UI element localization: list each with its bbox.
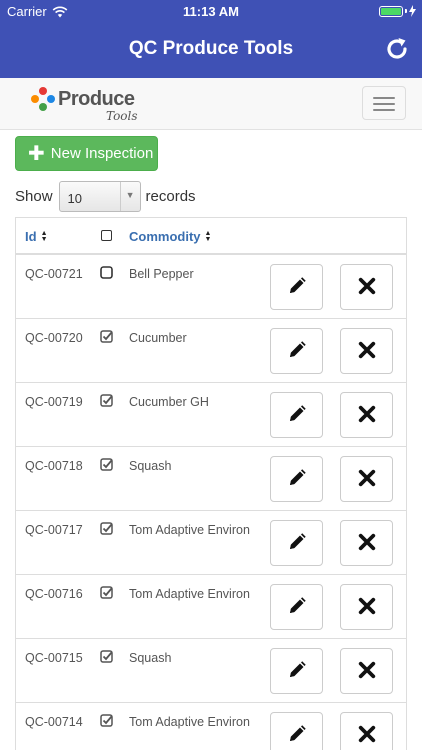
commodity: Tom Adaptive Environ (129, 523, 250, 537)
charging-icon (409, 5, 416, 17)
page-size-value: 10 (67, 190, 82, 206)
edit-button[interactable] (270, 648, 323, 694)
edit-button[interactable] (270, 712, 323, 750)
pencil-icon (287, 660, 307, 683)
checked-checkbox-icon[interactable] (100, 458, 113, 471)
close-icon (358, 725, 376, 746)
sort-by-commodity[interactable]: Commodity ▲ ▼ (129, 229, 211, 244)
table-row: QC-00719 Cucumber GH (16, 383, 406, 447)
page-size-control: Show 10 ▼ records (15, 180, 196, 212)
delete-button[interactable] (340, 328, 393, 374)
pencil-icon (287, 340, 307, 363)
checked-checkbox-icon[interactable] (100, 522, 113, 535)
checked-checkbox-icon[interactable] (100, 714, 113, 727)
close-icon (358, 277, 376, 298)
table-header: Id ▲ ▼ Commodity ▲ ▼ (16, 218, 406, 255)
checked-checkbox-icon[interactable] (100, 394, 113, 407)
commodity: Squash (129, 651, 172, 665)
close-icon (358, 469, 376, 490)
table-row: QC-00718 Squash (16, 447, 406, 511)
delete-button[interactable] (340, 520, 393, 566)
pencil-icon (287, 724, 307, 747)
delete-button[interactable] (340, 264, 393, 310)
inspection-id: QC-00721 (25, 267, 83, 281)
table-row: QC-00721 Bell Pepper (16, 255, 406, 319)
records-label: records (145, 187, 196, 205)
unchecked-checkbox-icon[interactable] (100, 266, 113, 279)
menu-toggle-button[interactable] (362, 86, 406, 120)
produce-tools-logo[interactable]: Produce Tools (30, 84, 140, 126)
top-bar: Carrier 11:13 AM QC Produce Tools (0, 0, 422, 78)
inspections-table: Id ▲ ▼ Commodity ▲ ▼ QC-00721 Bell Pepper QC… (15, 217, 407, 750)
logo-dots-icon (31, 87, 55, 111)
edit-button[interactable] (270, 520, 323, 566)
logo-word: Produce (58, 88, 135, 110)
status-bar: Carrier 11:13 AM (0, 0, 422, 22)
pencil-icon (287, 468, 307, 491)
show-label: Show (15, 187, 53, 205)
inspection-id: QC-00715 (25, 651, 83, 665)
sort-icon: ▲ ▼ (204, 229, 212, 243)
delete-button[interactable] (340, 584, 393, 630)
checked-checkbox-icon[interactable] (100, 586, 113, 599)
pencil-icon (287, 404, 307, 427)
sort-by-id[interactable]: Id ▲ ▼ (25, 229, 48, 244)
close-icon (358, 533, 376, 554)
inspection-id: QC-00718 (25, 459, 83, 473)
inspection-id: QC-00720 (25, 331, 83, 345)
pencil-icon (287, 596, 307, 619)
new-inspection-label: New Inspection (50, 145, 154, 162)
refresh-icon[interactable] (384, 36, 410, 62)
table-row: QC-00720 Cucumber (16, 319, 406, 383)
inspection-id: QC-00719 (25, 395, 83, 409)
delete-button[interactable] (340, 712, 393, 750)
edit-button[interactable] (270, 456, 323, 502)
edit-button[interactable] (270, 392, 323, 438)
commodity: Squash (129, 459, 172, 473)
commodity: Bell Pepper (129, 267, 194, 281)
close-icon (358, 597, 376, 618)
id-header: Id (25, 229, 37, 244)
table-row: QC-00715 Squash (16, 639, 406, 703)
edit-button[interactable] (270, 328, 323, 374)
table-row: QC-00716 Tom Adaptive Environ (16, 575, 406, 639)
inspection-id: QC-00717 (25, 523, 83, 537)
app-header: Produce Tools (0, 78, 422, 130)
commodity: Tom Adaptive Environ (129, 715, 250, 729)
clock: 11:13 AM (183, 4, 239, 19)
inspection-id: QC-00716 (25, 587, 83, 601)
pencil-icon (287, 532, 307, 555)
sort-icon: ▲ ▼ (40, 229, 48, 243)
close-icon (358, 341, 376, 362)
table-row: QC-00717 Tom Adaptive Environ (16, 511, 406, 575)
chevron-down-icon: ▼ (119, 181, 140, 211)
checked-checkbox-icon[interactable] (100, 330, 113, 343)
page-size-select[interactable]: 10 ▼ (58, 180, 141, 212)
delete-button[interactable] (340, 392, 393, 438)
commodity-header: Commodity (129, 229, 201, 244)
plus-icon: ✚ (28, 142, 45, 165)
pencil-icon (287, 276, 307, 299)
inspection-id: QC-00714 (25, 715, 83, 729)
edit-button[interactable] (270, 584, 323, 630)
checked-checkbox-icon[interactable] (100, 650, 113, 663)
logo-sub: Tools (106, 109, 138, 123)
table-body: QC-00721 Bell Pepper QC-00720 Cucumber QC-00… (16, 255, 406, 750)
select-all-checkbox[interactable] (101, 230, 112, 241)
table-row: QC-00714 Tom Adaptive Environ (16, 703, 406, 750)
commodity: Cucumber (129, 331, 187, 345)
new-inspection-button[interactable]: ✚ New Inspection (15, 136, 158, 171)
close-icon (358, 405, 376, 426)
commodity: Cucumber GH (129, 395, 209, 409)
edit-button[interactable] (270, 264, 323, 310)
page-title: QC Produce Tools (128, 38, 294, 59)
delete-button[interactable] (340, 456, 393, 502)
close-icon (358, 661, 376, 682)
delete-button[interactable] (340, 648, 393, 694)
battery-icon (379, 5, 416, 17)
commodity: Tom Adaptive Environ (129, 587, 250, 601)
